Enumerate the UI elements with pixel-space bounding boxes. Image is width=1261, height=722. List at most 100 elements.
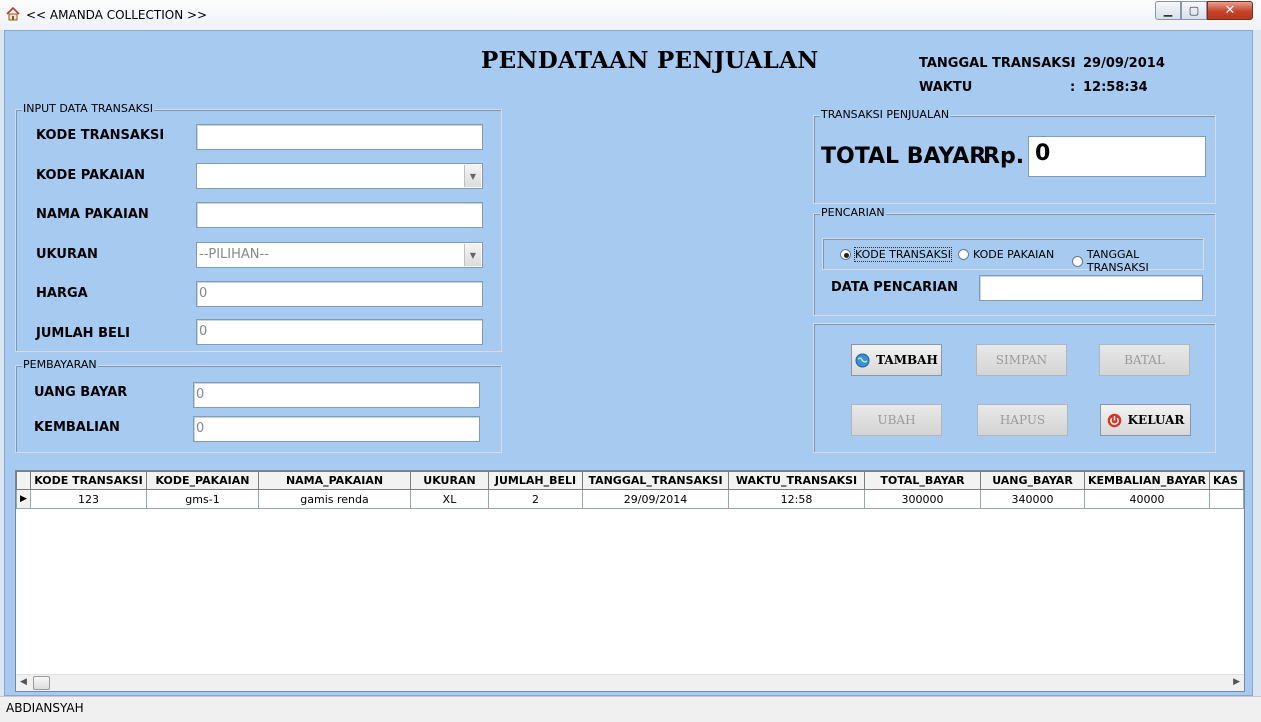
status-text: ABDIANSYAH [6,701,84,715]
keluar-label: KELUAR [1127,413,1185,427]
waktu-label: WAKTU [919,80,973,95]
form-client-area: PENDATAAN PENJUALAN TANGGAL TRANSAKSI : … [4,30,1253,696]
kode-pakaian-select[interactable]: ▼ [196,163,483,189]
pembayaran-legend: PEMBAYARAN [22,358,98,371]
nama-pakaian-input[interactable] [196,202,483,228]
table-cell[interactable]: XL [410,489,489,509]
close-icon: ✕ [1224,3,1236,18]
radio-kode-pakaian[interactable]: KODE PAKAIAN [958,248,1054,261]
column-header[interactable]: NAMA_PAKAIAN [258,471,411,490]
transaksi-penjualan-group: TRANSAKSI PENJUALAN TOTAL BAYAR Rp. 0 [813,108,1216,204]
window-controls: ▁ ▢ ✕ [1155,1,1253,20]
home-icon [6,7,20,21]
tambah-label: TAMBAH [876,353,938,367]
currency-label: Rp. [983,144,1025,169]
table-cell[interactable]: 2 [488,489,583,509]
table-row[interactable]: ▶ 123 gms-1 gamis renda XL 2 29/09/2014 12:58 30… [16,489,1244,509]
kembalian-input[interactable]: 0 [193,416,480,442]
column-header[interactable]: JUMLAH_BELI [488,471,583,490]
radio-tanggal-transaksi[interactable]: TANGGAL TRANSAKSI [1072,248,1203,274]
tanggal-colon: : [1070,56,1076,71]
input-data-transaksi-group: INPUT DATA TRANSAKSI KODE TRANSAKSI KODE… [15,102,502,352]
kode-pakaian-label: KODE PAKAIAN [36,168,146,183]
column-header[interactable]: KAS [1209,471,1244,490]
batal-label: BATAL [1124,353,1165,367]
table-cell[interactable]: 340000 [980,489,1085,509]
harga-input[interactable]: 0 [196,281,483,307]
pencarian-group: PENCARIAN KODE TRANSAKSI KODE PAKAIAN TA… [813,206,1216,316]
uang-bayar-label: UANG BAYAR [34,385,128,400]
input-data-transaksi-legend: INPUT DATA TRANSAKSI [22,102,155,115]
maximize-icon: ▢ [1188,4,1200,17]
horizontal-scrollbar[interactable]: ◀ ▶ [16,674,1244,691]
transaction-data-grid[interactable]: KODE TRANSAKSI KODE_PAKAIAN NAMA_PAKAIAN UK… [15,470,1245,692]
harga-label: HARGA [36,286,88,301]
minimize-button[interactable]: ▁ [1155,1,1181,20]
scroll-right-icon[interactable]: ▶ [1233,677,1240,687]
nama-pakaian-label: NAMA PAKAIAN [36,207,149,222]
kode-transaksi-input[interactable] [196,124,483,150]
column-header[interactable]: WAKTU_TRANSAKSI [728,471,865,490]
table-cell[interactable]: 300000 [864,489,981,509]
uang-bayar-input[interactable]: 0 [193,382,480,408]
column-header[interactable]: UKURAN [410,471,489,490]
table-cell[interactable]: 29/09/2014 [582,489,729,509]
column-header[interactable]: UANG_BAYAR [980,471,1085,490]
tambah-button[interactable]: TAMBAH [851,344,942,376]
chevron-down-icon[interactable]: ▼ [464,244,481,266]
row-pointer-icon[interactable]: ▶ [16,489,31,509]
scroll-thumb[interactable] [33,676,50,690]
radio-label: KODE TRANSAKSI [853,247,953,262]
ubah-label: UBAH [877,413,916,427]
row-selector-header [16,471,31,490]
ukuran-label: UKURAN [36,247,98,262]
scroll-left-icon[interactable]: ◀ [20,677,27,687]
table-body: ▶ 123 gms-1 gamis renda XL 2 29/09/2014 12:58 30… [16,489,1244,509]
tanggal-transaksi-label: TANGGAL TRANSAKSI [919,56,1076,71]
waktu-value: 12:58:34 [1083,80,1148,95]
kode-transaksi-label: KODE TRANSAKSI [36,128,165,143]
table-cell[interactable]: 40000 [1084,489,1210,509]
ubah-button[interactable]: UBAH [851,404,942,436]
batal-button[interactable]: BATAL [1099,344,1190,376]
ukuran-value: --PILIHAN-- [199,247,269,262]
waktu-colon: : [1070,80,1076,95]
keluar-button[interactable]: KELUAR [1100,404,1191,436]
column-header[interactable]: TOTAL_BAYAR [864,471,981,490]
total-bayar-label: TOTAL BAYAR [821,144,987,169]
action-buttons-panel: TAMBAH SIMPAN BATAL UBAH HAPUS KELUAR [813,323,1216,453]
data-pencarian-input[interactable] [979,275,1203,301]
table-cell[interactable]: gamis renda [258,489,411,509]
tanggal-transaksi-value: 29/09/2014 [1083,56,1165,71]
transaction-table: KODE TRANSAKSI KODE_PAKAIAN NAMA_PAKAIAN UK… [16,471,1244,509]
jumlah-beli-input[interactable]: 0 [196,319,483,345]
close-button[interactable]: ✕ [1207,1,1253,20]
chevron-down-icon[interactable]: ▼ [464,165,481,187]
table-cell[interactable]: 12:58 [728,489,865,509]
column-header[interactable]: KODE_PAKAIAN [146,471,259,490]
jumlah-beli-label: JUMLAH BELI [36,326,130,341]
search-mode-radio-group: KODE TRANSAKSI KODE PAKAIAN TANGGAL TRAN… [822,238,1204,274]
page-title: PENDATAAN PENJUALAN [481,47,819,74]
radio-label: KODE PAKAIAN [973,248,1055,261]
column-header[interactable]: TANGGAL_TRANSAKSI [582,471,729,490]
radio-off-icon [1072,255,1083,267]
title-bar: << AMANDA COLLECTION >> ▁ ▢ ✕ [0,0,1261,30]
column-header[interactable]: KODE TRANSAKSI [30,471,147,490]
table-cell[interactable] [1209,489,1244,509]
globe-icon [855,353,870,368]
total-bayar-display: 0 [1028,136,1206,177]
simpan-button[interactable]: SIMPAN [976,344,1067,376]
radio-kode-transaksi[interactable]: KODE TRANSAKSI [840,247,953,262]
column-header[interactable]: KEMBALIAN_BAYAR [1084,471,1210,490]
radio-label: TANGGAL TRANSAKSI [1086,248,1149,274]
table-cell[interactable]: 123 [30,489,147,509]
maximize-button[interactable]: ▢ [1181,1,1207,20]
table-cell[interactable]: gms-1 [146,489,259,509]
hapus-button[interactable]: HAPUS [977,404,1068,436]
table-header-row: KODE TRANSAKSI KODE_PAKAIAN NAMA_PAKAIAN UK… [16,471,1244,490]
radio-off-icon [958,249,969,260]
minimize-icon: ▁ [1163,4,1173,17]
ukuran-select[interactable]: --PILIHAN-- ▼ [196,242,483,268]
data-pencarian-label: DATA PENCARIAN [831,280,958,295]
